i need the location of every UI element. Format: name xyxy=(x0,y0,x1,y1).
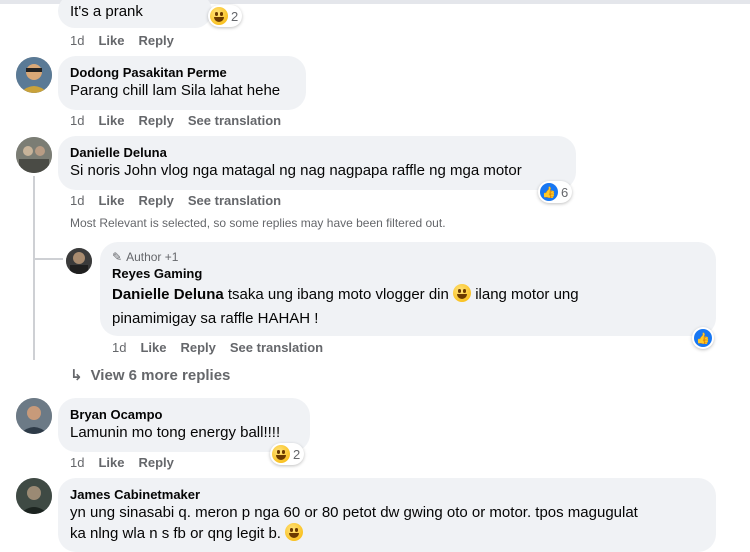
thread-line-branch xyxy=(33,258,63,260)
reaction-count: 2 xyxy=(231,8,239,24)
reaction-summary[interactable]: 👍 6 xyxy=(538,181,573,203)
comment-actions: 1d Like Reply See translation xyxy=(70,193,281,208)
laughing-emoji-icon xyxy=(453,284,472,302)
avatar[interactable] xyxy=(16,398,52,434)
timestamp[interactable]: 1d xyxy=(70,113,84,128)
view-more-label: View 6 more replies xyxy=(90,366,231,384)
author-badge-label: Author +1 xyxy=(126,250,179,264)
avatar[interactable] xyxy=(66,248,92,274)
reply-button[interactable]: Reply xyxy=(138,33,173,48)
timestamp[interactable]: 1d xyxy=(70,193,84,208)
see-translation-link[interactable]: See translation xyxy=(188,193,281,208)
see-translation-link[interactable]: See translation xyxy=(230,340,323,355)
like-button[interactable]: Like xyxy=(98,33,124,48)
reply-button[interactable]: Reply xyxy=(138,455,173,470)
comment-bubble: James Cabinetmaker yn ung sinasabi q. me… xyxy=(58,478,716,552)
reply-button[interactable]: Reply xyxy=(180,340,215,355)
like-button[interactable]: Like xyxy=(98,113,124,128)
comment-bubble: Dodong Pasakitan Perme Parang chill lam … xyxy=(58,56,306,110)
comment-text: Parang chill lam Sila lahat hehe xyxy=(70,82,281,99)
reply-text-part: tsaka ung ibang moto vlogger din xyxy=(223,286,454,303)
comment-text: Si noris John vlog nga matagal ng nag na… xyxy=(70,162,522,179)
comment-bubble: Danielle Deluna Si noris John vlog nga m… xyxy=(58,136,576,190)
comment-text: Lamunin mo tong energy ball!!!! xyxy=(70,424,281,441)
mention-link[interactable]: Danielle Deluna xyxy=(112,286,224,303)
reaction-summary[interactable]: 2 xyxy=(208,5,243,27)
comment-text-part: ka nlng wla n s fb or qng legit b. xyxy=(70,525,281,542)
reply-button[interactable]: Reply xyxy=(138,113,173,128)
commenter-name[interactable]: Danielle Deluna xyxy=(70,144,564,161)
like-button[interactable]: Like xyxy=(140,340,166,355)
pencil-icon: ✎ xyxy=(112,250,123,264)
reaction-count: 2 xyxy=(293,446,301,462)
comment-text: It's a prank xyxy=(70,3,143,20)
thumbs-up-icon: 👍 xyxy=(540,183,558,201)
reply-text: Danielle Deluna tsaka ung ibang moto vlo… xyxy=(112,284,704,305)
haha-emoji-icon xyxy=(210,7,228,25)
commenter-name[interactable]: James Cabinetmaker xyxy=(70,486,704,503)
timestamp[interactable]: 1d xyxy=(112,340,126,355)
reaction-summary[interactable]: 👍 xyxy=(692,327,714,349)
author-badge: ✎ Author +1 xyxy=(112,250,704,265)
like-button[interactable]: Like xyxy=(98,455,124,470)
reply-text-part: ilang motor ung xyxy=(471,286,579,303)
comment-bubble: It's a prank xyxy=(58,0,212,28)
reply-bubble: ✎ Author +1 Reyes Gaming Danielle Deluna… xyxy=(100,242,716,336)
reply-arrow-icon: ↳ xyxy=(70,367,83,384)
comment-text-line: yn ung sinasabi q. meron p nga 60 or 80 … xyxy=(70,504,638,521)
comment-text-line: ka nlng wla n s fb or qng legit b. xyxy=(70,523,704,544)
timestamp[interactable]: 1d xyxy=(70,455,84,470)
haha-emoji-icon xyxy=(272,445,290,463)
commenter-name[interactable]: Reyes Gaming xyxy=(112,265,704,282)
avatar[interactable] xyxy=(16,137,52,173)
commenter-name[interactable]: Bryan Ocampo xyxy=(70,406,298,423)
reaction-count: 6 xyxy=(561,184,569,200)
timestamp[interactable]: 1d xyxy=(70,33,84,48)
comment-actions: 1d Like Reply xyxy=(70,455,174,470)
comment-actions: 1d Like Reply xyxy=(70,33,174,48)
thumbs-up-icon: 👍 xyxy=(694,329,712,347)
comment-bubble: Bryan Ocampo Lamunin mo tong energy ball… xyxy=(58,398,310,452)
rofl-emoji-icon xyxy=(285,523,304,541)
reply-actions: 1d Like Reply See translation xyxy=(112,340,323,355)
like-button[interactable]: Like xyxy=(98,193,124,208)
reaction-summary[interactable]: 2 xyxy=(270,443,305,465)
reply-button[interactable]: Reply xyxy=(138,193,173,208)
avatar[interactable] xyxy=(16,478,52,514)
commenter-name[interactable]: Dodong Pasakitan Perme xyxy=(70,64,294,81)
see-translation-link[interactable]: See translation xyxy=(188,113,281,128)
filter-notice: Most Relevant is selected, so some repli… xyxy=(70,216,446,230)
comment-actions: 1d Like Reply See translation xyxy=(70,113,281,128)
thread-line xyxy=(33,176,35,360)
reply-text-line: pinamimigay sa raffle HAHAH ! xyxy=(112,310,319,327)
avatar[interactable] xyxy=(16,57,52,93)
view-more-replies-button[interactable]: ↳ View 6 more replies xyxy=(70,366,231,385)
